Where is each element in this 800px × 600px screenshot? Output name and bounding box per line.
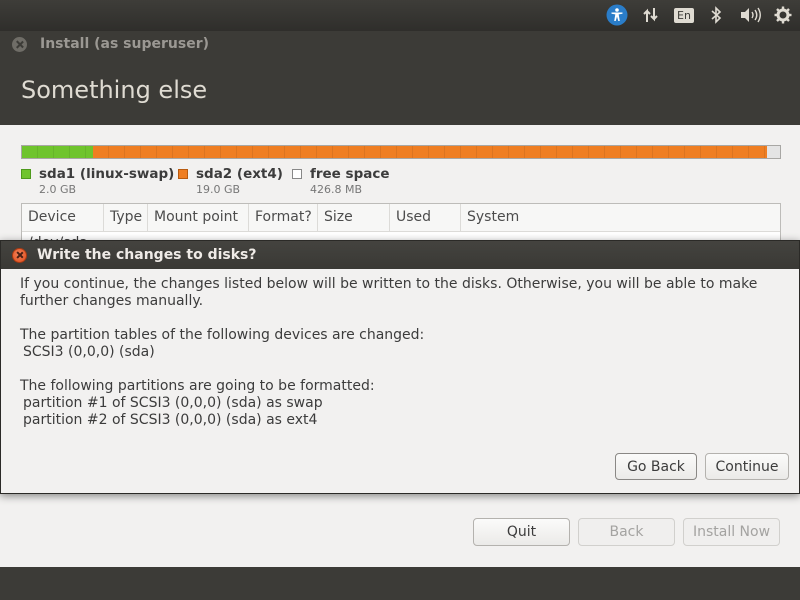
accessibility-icon[interactable] xyxy=(605,3,629,27)
network-icon[interactable] xyxy=(640,3,662,27)
bluetooth-icon[interactable] xyxy=(706,3,726,27)
dialog-body: If you continue, the changes listed belo… xyxy=(1,269,799,429)
column-type[interactable]: Type xyxy=(104,204,148,231)
tables-device: SCSI3 (0,0,0) (sda) xyxy=(23,344,155,360)
legend-swatch xyxy=(292,169,302,179)
install-now-button[interactable]: Install Now xyxy=(683,518,780,546)
legend-swatch xyxy=(178,169,188,179)
legend-swatch xyxy=(21,169,31,179)
dialog-titlebar: Write the changes to disks? xyxy=(1,241,799,269)
back-button[interactable]: Back xyxy=(578,518,675,546)
confirm-dialog: Write the changes to disks? If you conti… xyxy=(0,240,800,494)
partition-bar-sda1 xyxy=(22,146,93,158)
window-title: Install (as superuser) xyxy=(40,36,209,52)
format-heading: The following partitions are going to be… xyxy=(20,378,375,394)
tables-heading: The partition tables of the following de… xyxy=(20,327,425,343)
go-back-button[interactable]: Go Back xyxy=(615,453,697,480)
legend-free: free space 426.8 MB xyxy=(292,166,390,196)
column-mount-point[interactable]: Mount point xyxy=(148,204,249,231)
keyboard-layout[interactable]: En xyxy=(673,3,695,27)
system-gear-icon[interactable] xyxy=(772,3,794,27)
format-item: partition #2 of SCSI3 (0,0,0) (sda) as e… xyxy=(23,412,318,428)
dialog-intro: If you continue, the changes listed belo… xyxy=(20,276,758,309)
close-icon[interactable] xyxy=(12,36,27,52)
installer-titlebar: Install (as superuser) xyxy=(0,31,800,57)
close-icon[interactable] xyxy=(12,247,27,263)
partition-bar-free xyxy=(767,146,780,158)
column-system[interactable]: System xyxy=(461,204,780,231)
format-item: partition #1 of SCSI3 (0,0,0) (sda) as s… xyxy=(23,395,323,411)
column-size[interactable]: Size xyxy=(318,204,390,231)
table-header: Device Type Mount point Format? Size Use… xyxy=(22,204,780,232)
bottom-band xyxy=(0,567,800,600)
dialog-title: Write the changes to disks? xyxy=(37,247,257,263)
column-device[interactable]: Device xyxy=(22,204,104,231)
tables-section: The partition tables of the following de… xyxy=(20,327,780,361)
legend-sda2: sda2 (ext4) 19.0 GB xyxy=(178,166,283,196)
page-heading: Something else xyxy=(21,76,208,104)
partition-bar-sda2 xyxy=(93,146,767,158)
partition-bar xyxy=(21,145,781,159)
volume-icon[interactable] xyxy=(737,3,763,27)
top-panel: En xyxy=(0,0,800,31)
continue-button[interactable]: Continue xyxy=(705,453,789,480)
legend-sda1: sda1 (linux-swap) 2.0 GB xyxy=(21,166,174,196)
column-used[interactable]: Used xyxy=(390,204,461,231)
format-section: The following partitions are going to be… xyxy=(20,378,780,429)
quit-button[interactable]: Quit xyxy=(473,518,570,546)
column-format[interactable]: Format? xyxy=(249,204,318,231)
